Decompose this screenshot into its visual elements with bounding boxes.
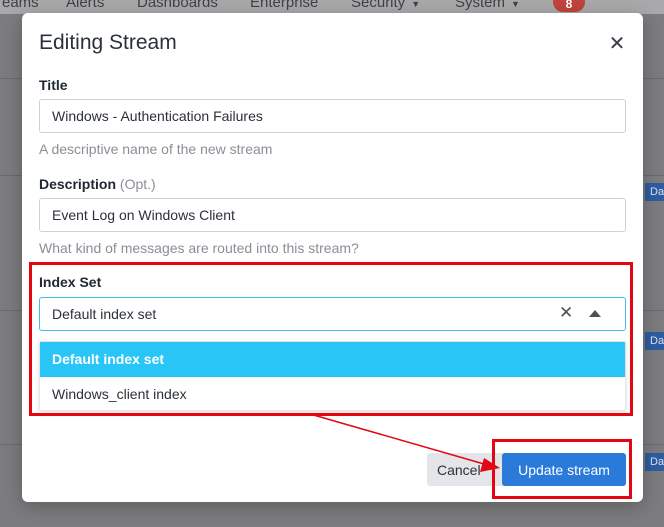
- caret-down-icon: ▼: [511, 0, 520, 9]
- index-set-selected-value: Default index set: [52, 306, 157, 322]
- modal-title: Editing Stream: [39, 31, 177, 54]
- index-set-label: Index Set: [39, 274, 102, 290]
- nav-item-dashboards[interactable]: Dashboards: [137, 0, 218, 11]
- notification-badge[interactable]: 8: [553, 0, 585, 12]
- index-set-dropdown-menu: Default index set Windows_client index: [39, 341, 626, 411]
- nav-item-system-label: System: [455, 0, 506, 11]
- edit-stream-modal: Editing Stream ✕ Title A descriptive nam…: [22, 13, 643, 502]
- title-help-text: A descriptive name of the new stream: [39, 141, 273, 157]
- description-label-text: Description: [39, 176, 117, 192]
- clear-icon[interactable]: ✕: [559, 303, 573, 323]
- cancel-button[interactable]: Cancel: [427, 453, 509, 486]
- background-row-tag: Da: [645, 332, 664, 350]
- index-set-select[interactable]: Default index set ✕: [39, 297, 626, 331]
- description-label: Description (Opt.): [39, 176, 156, 192]
- nav-item-security-label: Security: [351, 0, 406, 11]
- nav-item-teams[interactable]: eams: [2, 0, 39, 11]
- background-row-tag: Da: [645, 453, 664, 471]
- optional-marker: (Opt.): [119, 176, 156, 192]
- chevron-up-icon[interactable]: [589, 310, 601, 317]
- update-stream-button[interactable]: Update stream: [502, 453, 626, 486]
- nav-item-enterprise[interactable]: Enterprise: [250, 0, 318, 11]
- background-row-tag: Da: [645, 183, 664, 201]
- title-label: Title: [39, 77, 68, 93]
- background-nav-bar: eams Alerts Dashboards Enterprise Securi…: [0, 0, 664, 14]
- dropdown-option-windows-client-index[interactable]: Windows_client index: [40, 377, 625, 412]
- nav-item-system[interactable]: System ▼: [455, 0, 520, 11]
- nav-item-alerts[interactable]: Alerts: [66, 0, 104, 11]
- title-input[interactable]: [39, 99, 626, 133]
- dropdown-option-default-index-set[interactable]: Default index set: [40, 342, 625, 377]
- description-input[interactable]: [39, 198, 626, 232]
- caret-down-icon: ▼: [411, 0, 421, 9]
- close-icon[interactable]: ✕: [606, 33, 628, 55]
- description-help-text: What kind of messages are routed into th…: [39, 240, 359, 256]
- nav-item-security[interactable]: Security ▼: [351, 0, 420, 11]
